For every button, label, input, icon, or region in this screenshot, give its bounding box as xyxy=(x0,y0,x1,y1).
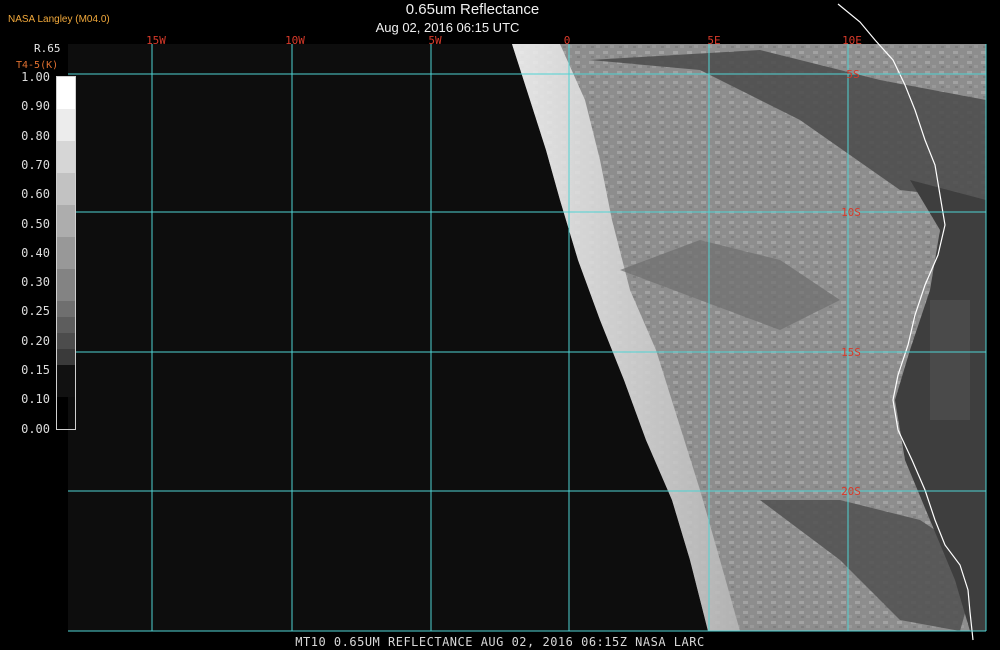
legend-product-label: R.65 xyxy=(34,42,61,55)
lon-label-0: 0 xyxy=(564,34,571,47)
legend-tick: 0.25 xyxy=(21,304,50,319)
legend-tick: 0.10 xyxy=(21,392,50,407)
lat-label-5s: 5S xyxy=(846,68,859,81)
lat-label-15s: 15S xyxy=(841,346,861,359)
lat-label-10s: 10S xyxy=(841,206,861,219)
legend-tick: 0.15 xyxy=(21,363,50,377)
legend-tick: 0.00 xyxy=(21,421,50,436)
lat-label-20s: 20S xyxy=(841,485,861,498)
lon-label-5w: 5W xyxy=(428,34,442,47)
legend-tick: 0.70 xyxy=(21,157,50,172)
legend-tick: 0.90 xyxy=(21,99,50,114)
grayscale-colorbar xyxy=(56,76,76,430)
legend-tick: 0.50 xyxy=(21,216,50,231)
legend-tick: 0.20 xyxy=(21,333,50,348)
lon-label-10w: 10W xyxy=(285,34,305,47)
legend-tick: 0.30 xyxy=(21,275,50,290)
satellite-map: 15W 10W 5W 0 5E 10E 5S 10S 15S 20S xyxy=(68,3,987,641)
lon-label-5e: 5E xyxy=(707,34,720,47)
legend-tick: 0.80 xyxy=(21,128,50,143)
lon-label-15w: 15W xyxy=(146,34,166,47)
lon-label-10e: 10E xyxy=(842,34,862,47)
legend-tick: 1.00 xyxy=(21,70,50,84)
legend-tick: 0.60 xyxy=(21,187,50,202)
footer-caption: MT10 0.65UM REFLECTANCE AUG 02, 2016 06:… xyxy=(295,635,705,649)
legend-tick: 0.40 xyxy=(21,245,50,260)
